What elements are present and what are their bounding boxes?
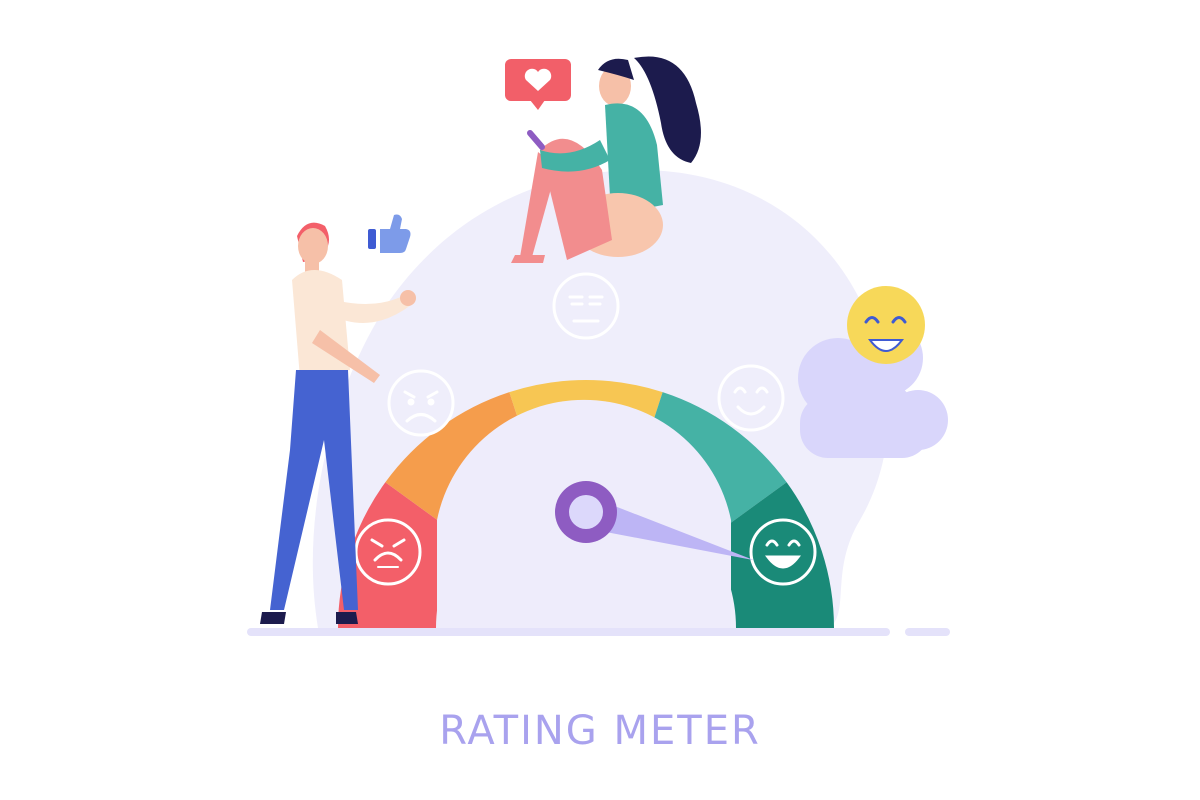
thumbs-up-icon: [368, 214, 411, 253]
heart-icon: [505, 59, 571, 110]
gauge-base-left: [338, 627, 436, 628]
smiley-face-icon: [847, 286, 925, 364]
ground-line: [247, 628, 890, 636]
gauge-hub: [555, 481, 617, 543]
ground-dash: [905, 628, 950, 636]
rating-meter-illustration: [247, 56, 950, 636]
page-title: RATING METER: [439, 708, 761, 754]
